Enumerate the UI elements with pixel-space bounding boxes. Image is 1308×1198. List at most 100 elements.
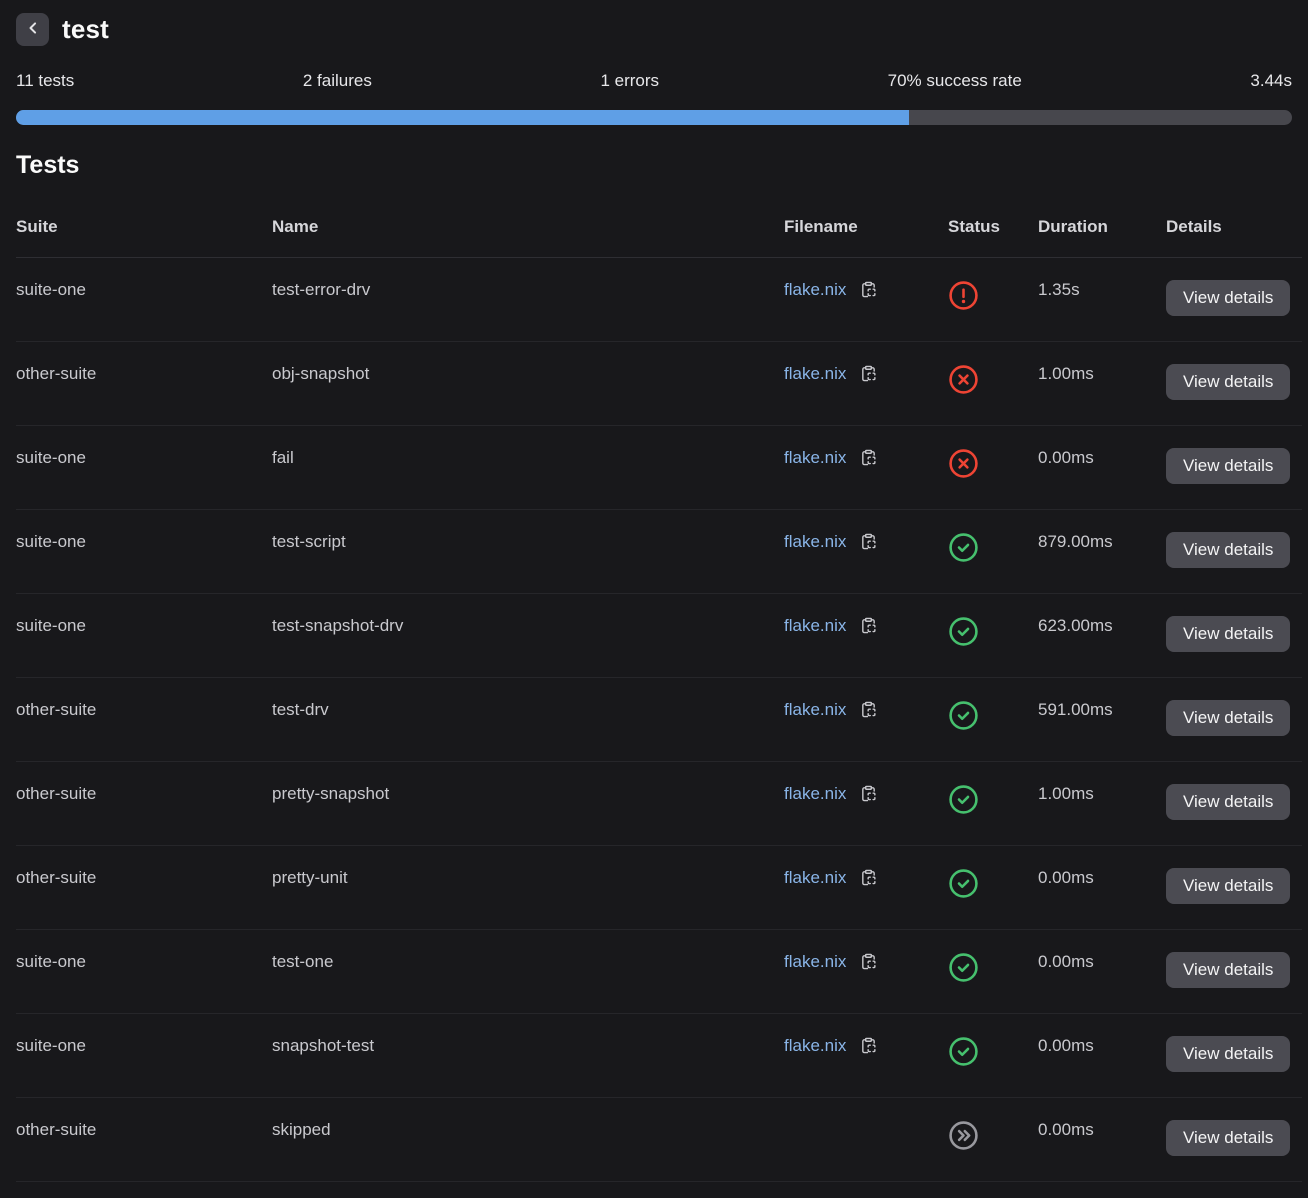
filename-link[interactable]: flake.nix (784, 448, 846, 467)
details-cell: View details (1166, 1014, 1302, 1098)
tests-table-header: Suite Name Filename Status Duration Deta… (16, 180, 1302, 258)
view-details-button[interactable]: View details (1166, 448, 1290, 484)
filename-link[interactable]: flake.nix (784, 952, 846, 971)
filename-cell (784, 1098, 948, 1182)
status-icon (948, 868, 979, 899)
clipboard-copy-icon[interactable] (860, 365, 877, 382)
status-icon (948, 1120, 979, 1151)
view-details-button[interactable]: View details (1166, 784, 1290, 820)
section-title: Tests (16, 151, 1292, 180)
column-header-suite: Suite (16, 180, 272, 258)
duration-cell: 1.00ms (1038, 342, 1166, 426)
summary-success-rate: 70% success rate (888, 71, 1022, 91)
clipboard-copy-icon[interactable] (860, 533, 877, 550)
filename-link[interactable]: flake.nix (784, 364, 846, 383)
table-row: other-suite obj-snapshot flake.nix 1.00m… (16, 342, 1302, 426)
table-row: other-suite pretty-unit flake.nix 0.00ms (16, 846, 1302, 930)
duration-cell: 1.00ms (1038, 762, 1166, 846)
name-cell: snapshot-test (272, 1014, 784, 1098)
clipboard-copy-icon[interactable] (860, 953, 877, 970)
view-details-button[interactable]: View details (1166, 280, 1290, 316)
details-cell: View details (1166, 678, 1302, 762)
status-icon (948, 532, 979, 563)
status-icon (948, 1036, 979, 1067)
table-row: suite-one test-snapshot-drv flake.nix 62… (16, 594, 1302, 678)
name-cell: obj-snapshot (272, 342, 784, 426)
column-header-duration: Duration (1038, 180, 1166, 258)
view-details-button[interactable]: View details (1166, 952, 1290, 988)
test-report-page: test 11 tests 2 failures 1 errors 70% su… (0, 13, 1308, 1182)
name-cell: pretty-snapshot (272, 762, 784, 846)
duration-cell: 0.00ms (1038, 930, 1166, 1014)
progress-bar-fill (16, 110, 909, 125)
duration-cell: 879.00ms (1038, 510, 1166, 594)
view-details-button[interactable]: View details (1166, 700, 1290, 736)
duration-cell: 1.35s (1038, 258, 1166, 342)
clipboard-copy-icon[interactable] (860, 1037, 877, 1054)
name-cell: test-snapshot-drv (272, 594, 784, 678)
table-row: other-suite test-drv flake.nix 591.00ms (16, 678, 1302, 762)
view-details-button[interactable]: View details (1166, 532, 1290, 568)
summary-bar: 11 tests 2 failures 1 errors 70% success… (16, 71, 1292, 91)
table-row: suite-one snapshot-test flake.nix 0.00ms (16, 1014, 1302, 1098)
status-icon (948, 784, 979, 815)
status-cell (948, 594, 1038, 678)
view-details-button[interactable]: View details (1166, 616, 1290, 652)
filename-cell: flake.nix (784, 594, 948, 678)
back-button[interactable] (16, 13, 49, 46)
tests-table-body: suite-one test-error-drv flake.nix 1.35s (16, 258, 1302, 1182)
view-details-button[interactable]: View details (1166, 364, 1290, 400)
suite-cell: suite-one (16, 1014, 272, 1098)
status-icon (948, 700, 979, 731)
name-cell: fail (272, 426, 784, 510)
status-icon (948, 364, 979, 395)
clipboard-copy-icon[interactable] (860, 449, 877, 466)
view-details-button[interactable]: View details (1166, 1036, 1290, 1072)
duration-cell: 0.00ms (1038, 846, 1166, 930)
status-cell (948, 930, 1038, 1014)
view-details-button[interactable]: View details (1166, 868, 1290, 904)
filename-link[interactable]: flake.nix (784, 532, 846, 551)
suite-cell: suite-one (16, 426, 272, 510)
suite-cell: suite-one (16, 594, 272, 678)
table-row: suite-one test-error-drv flake.nix 1.35s (16, 258, 1302, 342)
suite-cell: other-suite (16, 1098, 272, 1182)
view-details-button[interactable]: View details (1166, 1120, 1290, 1156)
column-header-name: Name (272, 180, 784, 258)
table-row: other-suite skipped 0.00ms View details (16, 1098, 1302, 1182)
details-cell: View details (1166, 342, 1302, 426)
filename-cell: flake.nix (784, 1014, 948, 1098)
column-header-status: Status (948, 180, 1038, 258)
clipboard-copy-icon[interactable] (860, 281, 877, 298)
name-cell: pretty-unit (272, 846, 784, 930)
filename-link[interactable]: flake.nix (784, 784, 846, 803)
tests-table: Suite Name Filename Status Duration Deta… (16, 180, 1302, 1182)
chevron-left-icon (23, 18, 43, 41)
clipboard-copy-icon[interactable] (860, 869, 877, 886)
name-cell: test-one (272, 930, 784, 1014)
clipboard-copy-icon[interactable] (860, 701, 877, 718)
clipboard-copy-icon[interactable] (860, 617, 877, 634)
name-cell: test-drv (272, 678, 784, 762)
suite-cell: other-suite (16, 762, 272, 846)
status-cell (948, 762, 1038, 846)
filename-cell: flake.nix (784, 510, 948, 594)
filename-link[interactable]: flake.nix (784, 1036, 846, 1055)
summary-total-duration: 3.44s (1250, 71, 1292, 91)
filename-link[interactable]: flake.nix (784, 616, 846, 635)
summary-errors-count: 1 errors (600, 71, 659, 91)
filename-link[interactable]: flake.nix (784, 280, 846, 299)
suite-cell: other-suite (16, 678, 272, 762)
table-row: suite-one fail flake.nix 0.00ms Vie (16, 426, 1302, 510)
clipboard-copy-icon[interactable] (860, 785, 877, 802)
status-cell (948, 1098, 1038, 1182)
filename-cell: flake.nix (784, 846, 948, 930)
filename-link[interactable]: flake.nix (784, 868, 846, 887)
column-header-filename: Filename (784, 180, 948, 258)
details-cell: View details (1166, 426, 1302, 510)
status-cell (948, 342, 1038, 426)
filename-cell: flake.nix (784, 342, 948, 426)
filename-cell: flake.nix (784, 426, 948, 510)
filename-link[interactable]: flake.nix (784, 700, 846, 719)
summary-failures-count: 2 failures (303, 71, 372, 91)
